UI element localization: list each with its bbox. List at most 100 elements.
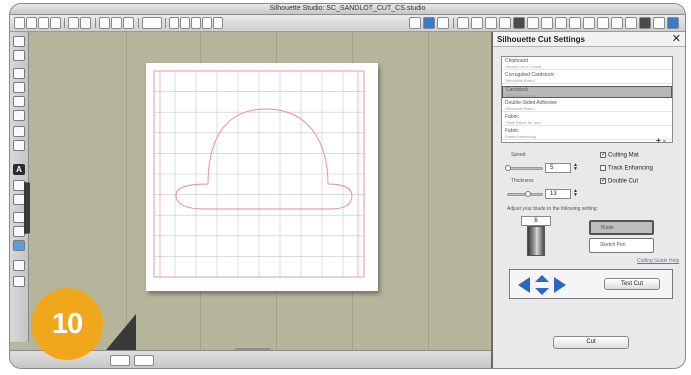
grid-icon[interactable] bbox=[423, 17, 435, 29]
close-icon[interactable]: ✕ bbox=[672, 32, 681, 45]
speed-slider[interactable] bbox=[507, 167, 543, 170]
window-title: Silhouette Studio: SC_SANDLOT_CUT_CS.stu… bbox=[269, 5, 426, 12]
transform-icon[interactable] bbox=[499, 17, 511, 29]
save-icon[interactable] bbox=[50, 17, 61, 29]
modify-icon[interactable] bbox=[597, 17, 609, 29]
material-subtitle: Silhouette Brand bbox=[505, 78, 535, 83]
test-cut-box: Test Cut bbox=[509, 269, 673, 299]
thickness-stepper[interactable]: ▲ ▼ bbox=[573, 189, 578, 198]
replicate-icon[interactable] bbox=[471, 17, 483, 29]
zoom-select-icon[interactable] bbox=[191, 17, 201, 29]
help-link[interactable]: Cutting Guide Help bbox=[637, 258, 679, 264]
paste-icon[interactable] bbox=[123, 17, 134, 29]
copy-icon[interactable] bbox=[111, 17, 122, 29]
material-list-item[interactable]: Chipboard Alcohol Ink w/ Cricut bbox=[502, 58, 672, 70]
cut-icon[interactable] bbox=[99, 17, 110, 29]
nest-icon[interactable] bbox=[485, 17, 497, 29]
thickness-label: Thickness bbox=[511, 178, 534, 184]
text-tool-icon[interactable]: A bbox=[13, 164, 25, 175]
left-toolstrip: A bbox=[10, 32, 46, 342]
design-canvas[interactable] bbox=[30, 32, 490, 350]
zoom-in-icon[interactable] bbox=[169, 17, 179, 29]
blade-instruction: Adjust your blade to the following setti… bbox=[507, 206, 598, 212]
page-setup-icon[interactable] bbox=[409, 17, 421, 29]
help-icon[interactable] bbox=[667, 17, 679, 29]
sketch-pen-option-label: Sketch Pen bbox=[600, 242, 626, 248]
thickness-slider-knob[interactable] bbox=[525, 191, 531, 197]
material-subtitle: Fabric Interfacing bbox=[505, 134, 536, 139]
screenshot-frame: Silhouette Studio: SC_SANDLOT_CUT_CS.stu… bbox=[0, 0, 691, 375]
mat-view-icon[interactable] bbox=[134, 355, 154, 366]
text-style-icon[interactable] bbox=[513, 17, 525, 29]
freehand-tool-icon[interactable] bbox=[13, 140, 25, 151]
open-file-icon[interactable] bbox=[26, 17, 37, 29]
ellipse-tool-icon[interactable] bbox=[13, 126, 25, 137]
cutting-mat bbox=[146, 63, 378, 291]
edit-points-icon[interactable] bbox=[13, 50, 25, 61]
material-list-item[interactable]: Fabric Fabric Interfacing bbox=[502, 128, 672, 140]
blade-option-sketch-pen[interactable]: Sketch Pen bbox=[589, 238, 654, 253]
cutting-mat-checkbox[interactable]: ✓ Cutting Mat bbox=[600, 152, 639, 159]
align-icon[interactable] bbox=[457, 17, 469, 29]
panel-title: Silhouette Cut Settings bbox=[497, 35, 585, 44]
zoom-out-icon[interactable] bbox=[180, 17, 190, 29]
send-icon[interactable] bbox=[80, 17, 91, 29]
step-number-badge: 10 bbox=[31, 288, 103, 360]
double-cut-checkbox[interactable]: ✓ Double Cut bbox=[600, 178, 638, 185]
cloud-shape-outline bbox=[175, 108, 353, 210]
material-list-item[interactable]: Corrugated Cardstock Silhouette Brand bbox=[502, 72, 672, 84]
page-view-icon[interactable] bbox=[110, 355, 130, 366]
fill-color-icon[interactable] bbox=[527, 17, 539, 29]
material-subtitle: Alcohol Ink w/ Cricut bbox=[505, 64, 542, 69]
move-arrows-icon[interactable] bbox=[518, 275, 566, 295]
media-icon[interactable] bbox=[13, 260, 25, 271]
main-toolbar bbox=[10, 15, 685, 32]
material-list-item[interactable]: Double-Sided Adhesive Silhouette Brand bbox=[502, 100, 672, 112]
knife-icon[interactable] bbox=[611, 17, 623, 29]
speed-input[interactable]: 5 bbox=[545, 163, 571, 173]
thickness-input[interactable]: 13 bbox=[545, 189, 571, 199]
library-icon[interactable] bbox=[38, 17, 49, 29]
cutting-mat-grid bbox=[153, 70, 365, 278]
blade-option-blade[interactable]: Blade bbox=[589, 220, 654, 235]
speed-slider-knob[interactable] bbox=[505, 165, 511, 171]
blade-option-label: Blade bbox=[601, 225, 614, 231]
material-subtitle: Silhouette Brand bbox=[505, 106, 535, 111]
cut-style-icon[interactable] bbox=[639, 17, 651, 29]
trace-icon[interactable] bbox=[583, 17, 595, 29]
add-remove-material-buttons[interactable]: + - bbox=[656, 136, 666, 145]
cut-settings-panel: Silhouette Cut Settings ✕ Chipboard Alcoh… bbox=[491, 32, 685, 368]
material-subtitle: Thick Fabric for Iron bbox=[505, 120, 541, 125]
material-list[interactable]: Chipboard Alcohol Ink w/ Cricut Corrugated… bbox=[501, 56, 673, 143]
material-list-item[interactable]: Fabric Thick Fabric for Iron bbox=[502, 114, 672, 126]
fit-page-icon[interactable] bbox=[213, 17, 223, 29]
line-tool-icon[interactable] bbox=[13, 68, 25, 79]
undo-icon[interactable] bbox=[142, 17, 162, 29]
pan-icon[interactable] bbox=[202, 17, 212, 29]
blade-illustration bbox=[527, 226, 545, 256]
blade-setting-value: 6 bbox=[521, 216, 551, 226]
blade-dial-icon: 6 bbox=[521, 216, 551, 256]
app-window: Silhouette Studio: SC_SANDLOT_CUT_CS.stu… bbox=[9, 3, 686, 369]
test-cut-button[interactable]: Test Cut bbox=[604, 278, 660, 290]
new-file-icon[interactable] bbox=[14, 17, 25, 29]
curve-tool-icon[interactable] bbox=[13, 96, 25, 107]
polygon-tool-icon[interactable] bbox=[13, 82, 25, 93]
select-tool-icon[interactable] bbox=[13, 36, 25, 47]
cut-settings-icon[interactable] bbox=[437, 17, 449, 29]
title-bar: Silhouette Studio: SC_SANDLOT_CUT_CS.stu… bbox=[10, 4, 685, 15]
speed-stepper[interactable]: ▲ ▼ bbox=[573, 163, 578, 172]
line-style-icon[interactable] bbox=[555, 17, 567, 29]
store-panel-icon[interactable] bbox=[13, 240, 25, 251]
store-icon[interactable] bbox=[653, 17, 665, 29]
cut-panel-icon[interactable] bbox=[13, 276, 25, 287]
material-subtitle: Silhouette Brand bbox=[506, 93, 536, 98]
material-list-item[interactable]: Cardstock Silhouette Brand bbox=[502, 86, 672, 98]
offset-icon[interactable] bbox=[569, 17, 581, 29]
cut-button[interactable]: Cut bbox=[553, 336, 629, 349]
send-to-silhouette-icon[interactable] bbox=[625, 17, 637, 29]
track-enhancing-checkbox[interactable]: Track Enhancing bbox=[600, 165, 653, 172]
rectangle-tool-icon[interactable] bbox=[13, 110, 25, 121]
line-color-icon[interactable] bbox=[541, 17, 553, 29]
print-icon[interactable] bbox=[68, 17, 79, 29]
